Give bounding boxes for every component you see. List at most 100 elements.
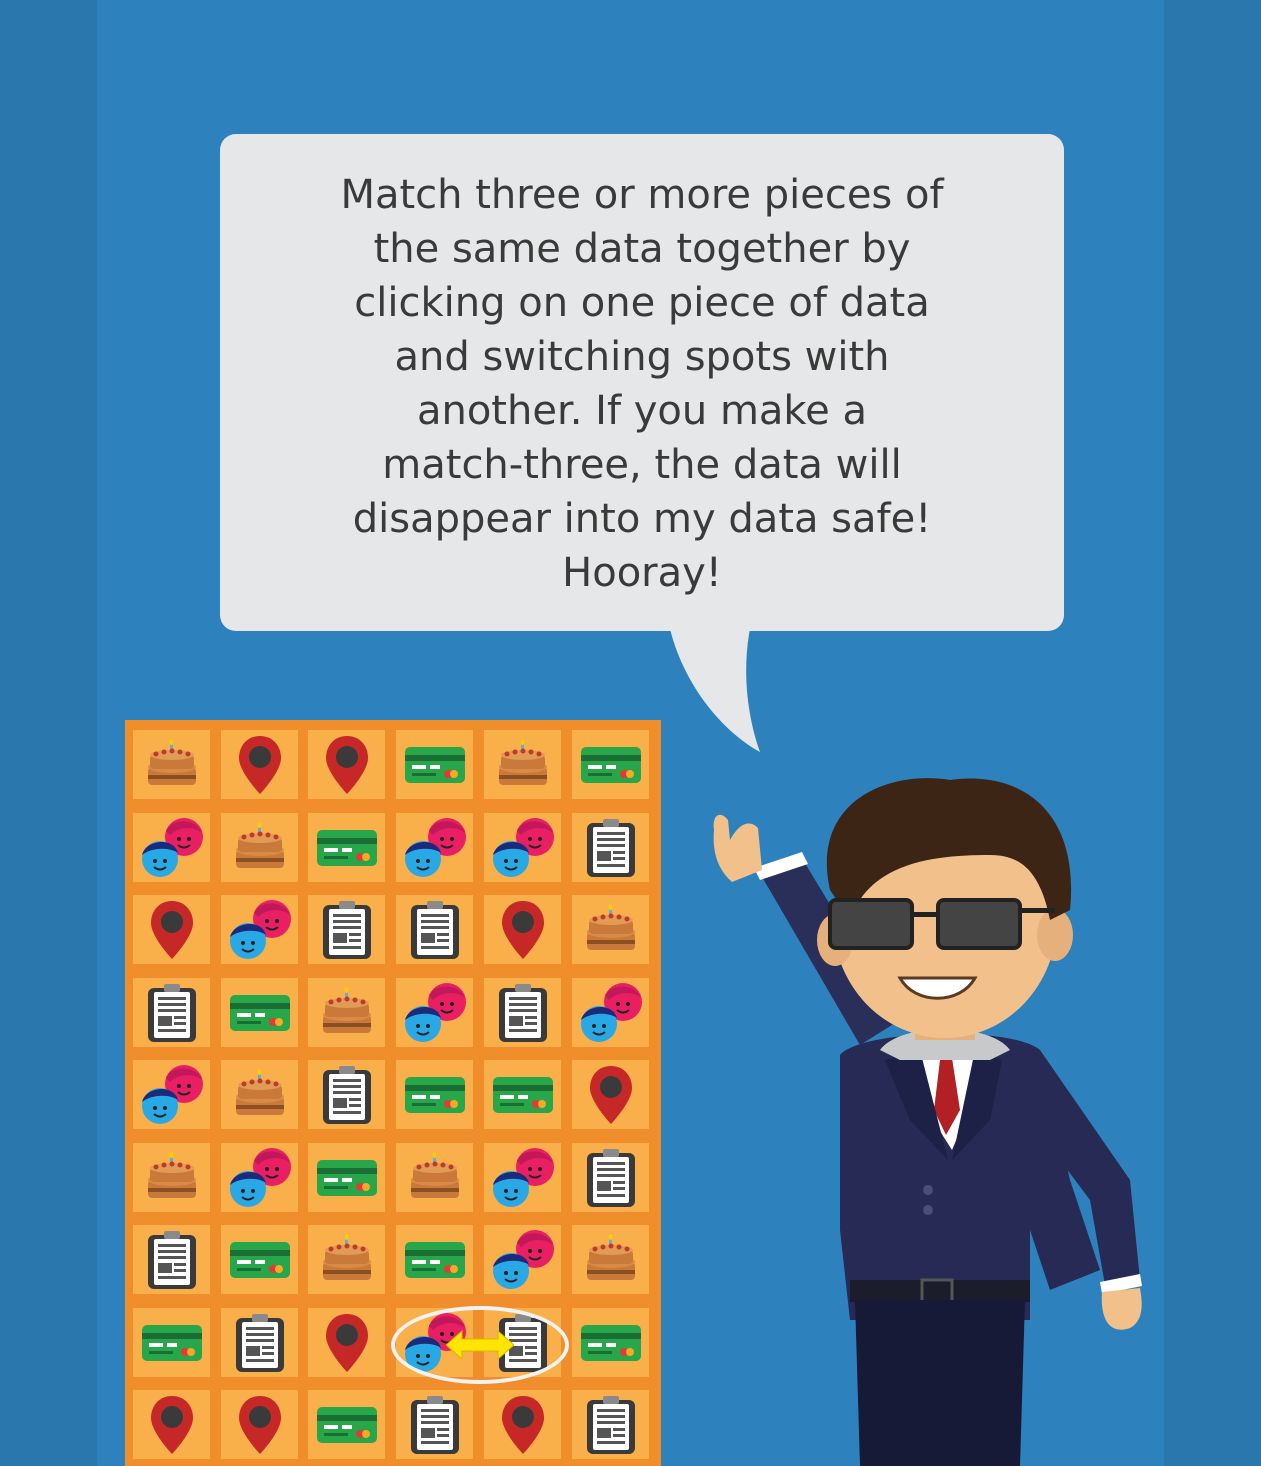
board-cell[interactable]: [484, 978, 561, 1047]
right-border: [1164, 0, 1261, 1466]
board-cell[interactable]: [396, 1390, 473, 1459]
board-cell[interactable]: [221, 1225, 298, 1294]
board-cell[interactable]: [221, 978, 298, 1047]
board-cell[interactable]: [133, 813, 210, 882]
board-cell[interactable]: [221, 730, 298, 799]
credit-card-icon: [404, 1075, 466, 1115]
credit-card-icon: [580, 1323, 642, 1363]
location-pin-icon: [324, 734, 370, 796]
cake-icon: [581, 1233, 641, 1286]
instructions-line: and switching spots with: [394, 334, 890, 380]
people-icon: [403, 817, 467, 879]
instructions-line: clicking on one piece of data: [354, 280, 930, 326]
board-cell[interactable]: [484, 1390, 561, 1459]
board-cell[interactable]: [484, 895, 561, 964]
cake-icon: [581, 903, 641, 956]
credit-card-icon: [492, 1075, 554, 1115]
cake-icon: [317, 1233, 377, 1286]
board-cell[interactable]: [308, 978, 385, 1047]
board-cell[interactable]: [484, 1060, 561, 1129]
people-icon: [140, 1064, 204, 1126]
people-icon: [491, 1147, 555, 1209]
document-icon: [409, 899, 461, 961]
board-cell[interactable]: [308, 1225, 385, 1294]
board-cell[interactable]: [221, 1060, 298, 1129]
board-cell[interactable]: [396, 1225, 473, 1294]
board-cell[interactable]: [396, 730, 473, 799]
board-cell[interactable]: [308, 813, 385, 882]
board-cell[interactable]: [572, 1060, 649, 1129]
board-cell[interactable]: [133, 1060, 210, 1129]
left-border: [0, 0, 97, 1466]
cake-icon: [142, 738, 202, 791]
location-pin-icon: [500, 899, 546, 961]
board-cell[interactable]: [484, 1225, 561, 1294]
board-cell[interactable]: [308, 895, 385, 964]
board-cell[interactable]: [572, 1225, 649, 1294]
board-cell[interactable]: [396, 1060, 473, 1129]
board-cell[interactable]: [572, 730, 649, 799]
credit-card-icon: [316, 1158, 378, 1198]
board-cell[interactable]: [221, 1390, 298, 1459]
board-cell[interactable]: [396, 978, 473, 1047]
board-cell[interactable]: [484, 1143, 561, 1212]
board-cell[interactable]: [484, 730, 561, 799]
instructions-line: Match three or more pieces of: [340, 172, 944, 218]
credit-card-icon: [316, 828, 378, 868]
document-icon: [146, 982, 198, 1044]
board-cell[interactable]: [308, 1143, 385, 1212]
board-cell[interactable]: [133, 1143, 210, 1212]
board-cell[interactable]: [396, 813, 473, 882]
location-pin-icon: [149, 1394, 195, 1456]
location-pin-icon: [324, 1312, 370, 1374]
board-cell[interactable]: [484, 813, 561, 882]
location-pin-icon: [500, 1394, 546, 1456]
board-cell[interactable]: [133, 1308, 210, 1377]
board-cell[interactable]: [221, 813, 298, 882]
board-cell[interactable]: [572, 978, 649, 1047]
businessman-character: [713, 778, 1142, 1466]
board-cell[interactable]: [221, 1143, 298, 1212]
board-cell[interactable]: [396, 1143, 473, 1212]
credit-card-icon: [229, 993, 291, 1033]
document-icon: [321, 1064, 373, 1126]
credit-card-icon: [229, 1240, 291, 1280]
credit-card-icon: [316, 1405, 378, 1445]
board-cell[interactable]: [308, 1390, 385, 1459]
board-cell[interactable]: [572, 1143, 649, 1212]
document-icon: [234, 1312, 286, 1374]
board-cell[interactable]: [133, 978, 210, 1047]
board-cell[interactable]: [572, 895, 649, 964]
credit-card-icon: [404, 1240, 466, 1280]
cake-icon: [405, 1151, 465, 1204]
people-icon: [228, 899, 292, 961]
people-icon: [140, 817, 204, 879]
board-cell[interactable]: [133, 730, 210, 799]
instructions-line: match-three, the data will: [382, 442, 902, 488]
credit-card-icon: [580, 745, 642, 785]
board-cell[interactable]: [308, 1060, 385, 1129]
cake-icon: [493, 738, 553, 791]
board-cell[interactable]: [221, 1308, 298, 1377]
double-arrow-icon: [446, 1330, 514, 1360]
board-cell[interactable]: [133, 1390, 210, 1459]
location-pin-icon: [588, 1064, 634, 1126]
document-icon: [585, 1394, 637, 1456]
instructions-line: another. If you make a: [416, 388, 868, 434]
board-cell[interactable]: [308, 730, 385, 799]
board-cell[interactable]: [308, 1308, 385, 1377]
board-cell[interactable]: [572, 813, 649, 882]
speech-bubble-tail: [668, 620, 760, 752]
people-icon: [228, 1147, 292, 1209]
board-cell[interactable]: [572, 1390, 649, 1459]
location-pin-icon: [237, 734, 283, 796]
location-pin-icon: [149, 899, 195, 961]
cake-icon: [317, 986, 377, 1039]
cake-icon: [230, 1068, 290, 1121]
board-cell[interactable]: [572, 1308, 649, 1377]
board-cell[interactable]: [396, 895, 473, 964]
board-cell[interactable]: [133, 1225, 210, 1294]
board-cell[interactable]: [221, 895, 298, 964]
board-cell[interactable]: [133, 895, 210, 964]
instructions-line: the same data together by: [373, 226, 911, 272]
